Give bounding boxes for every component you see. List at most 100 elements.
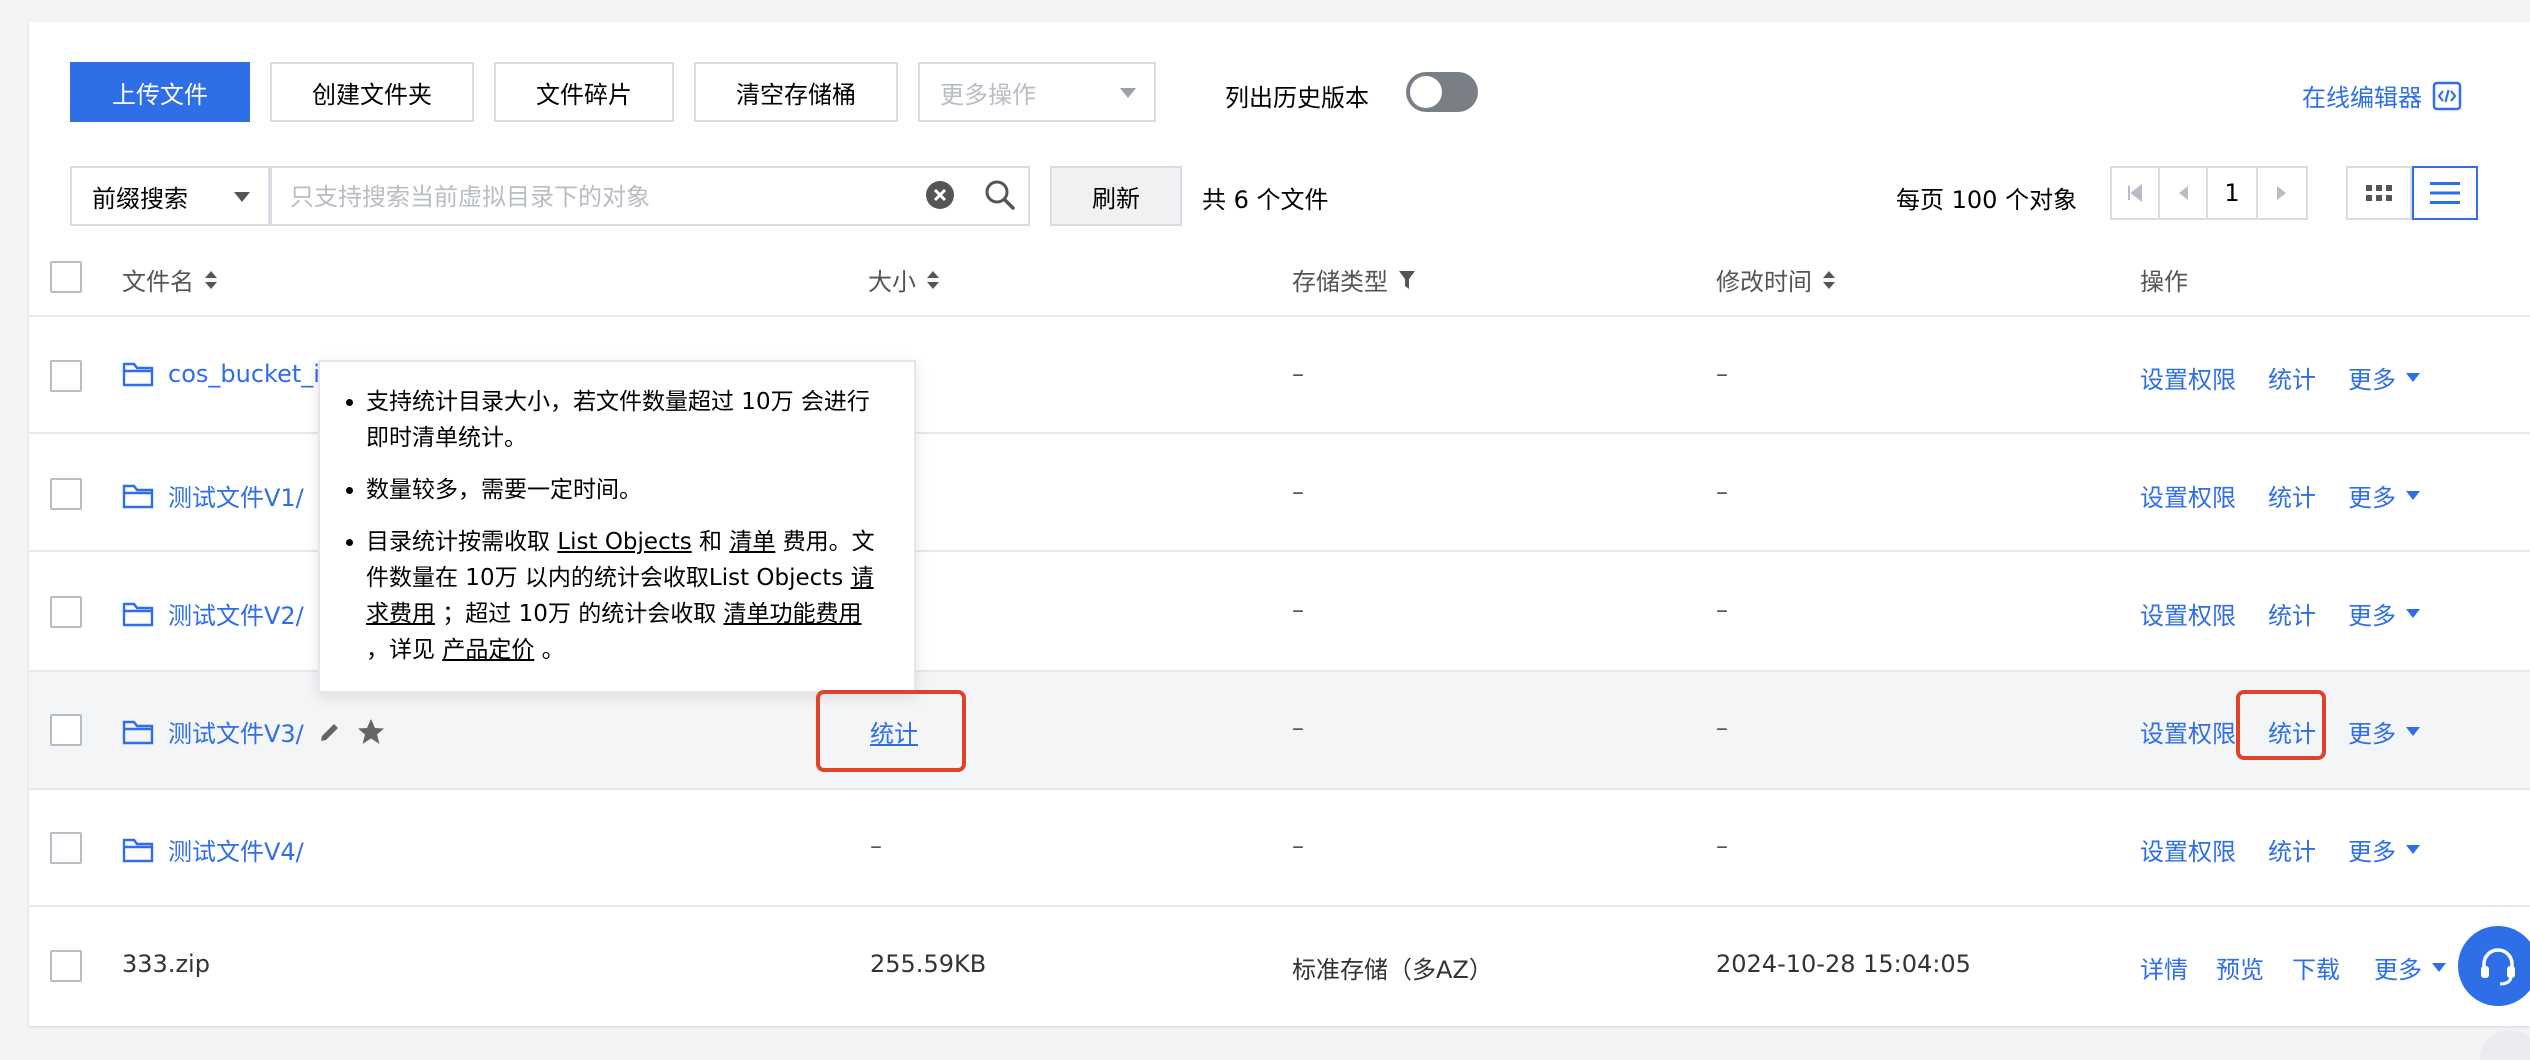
stats-link[interactable]: 统计	[2268, 360, 2316, 395]
file-count: 共 6 个文件	[1202, 186, 1329, 214]
search-icon[interactable]	[984, 179, 1016, 211]
caret-down-icon	[1120, 88, 1136, 98]
search-input[interactable]	[290, 180, 970, 214]
prev-page-button[interactable]	[2160, 168, 2208, 218]
table-row-0-name[interactable]: cos_bucket_i	[122, 360, 320, 388]
set-permission-link[interactable]: 设置权限	[2140, 596, 2236, 631]
modified-cell: –	[1716, 596, 1728, 624]
more-label: 更多	[2348, 720, 2396, 748]
clear-bucket-button[interactable]: 清空存储桶	[694, 62, 898, 122]
search-mode-label: 前缀搜索	[92, 184, 188, 213]
row-checkbox[interactable]	[50, 360, 82, 392]
set-permission-link[interactable]: 设置权限	[2140, 832, 2236, 867]
caret-down-icon	[2406, 845, 2420, 854]
file-name: cos_bucket_i	[168, 360, 320, 388]
more-operations-select[interactable]: 更多操作	[918, 62, 1156, 122]
more-dropdown[interactable]: 更多	[2374, 950, 2446, 985]
table-row-5-name[interactable]: 333.zip	[122, 950, 210, 978]
help-button[interactable]	[2458, 926, 2530, 1006]
star-icon[interactable]	[356, 717, 386, 747]
more-dropdown[interactable]: 更多	[2348, 360, 2420, 395]
first-page-button[interactable]	[2112, 168, 2160, 218]
set-permission-link[interactable]: 设置权限	[2140, 360, 2236, 395]
stats-tooltip: 支持统计目录大小，若文件数量超过 10万 会进行即时清单统计。 数量较多，需要一…	[318, 360, 916, 693]
row-checkbox[interactable]	[50, 950, 82, 982]
more-dropdown[interactable]: 更多	[2348, 478, 2420, 513]
caret-down-icon	[2432, 963, 2446, 972]
row-checkbox[interactable]	[50, 714, 82, 746]
storage-cell: –	[1292, 714, 1304, 742]
current-page[interactable]: 1	[2208, 168, 2258, 218]
edit-icon[interactable]	[318, 720, 342, 744]
inventory-link[interactable]: 清单	[729, 529, 775, 555]
table-row-1-name[interactable]: 测试文件V1/	[122, 478, 304, 513]
table-row-3-name[interactable]: 测试文件V3/	[122, 714, 386, 749]
list-view-button[interactable]	[2412, 166, 2478, 220]
next-page-button[interactable]	[2258, 168, 2306, 218]
pricing-link[interactable]: 产品定价	[442, 637, 534, 663]
grid-icon	[2366, 185, 2392, 201]
modified-cell: –	[1716, 360, 1728, 388]
size-cell: 255.59KB	[870, 950, 987, 978]
row-checkbox[interactable]	[50, 832, 82, 864]
clear-icon[interactable]	[925, 180, 955, 210]
more-operations-label: 更多操作	[940, 80, 1036, 109]
table-row-2-name[interactable]: 测试文件V2/	[122, 596, 304, 631]
column-header-storage[interactable]: 存储类型	[1292, 262, 1416, 297]
grid-view-button[interactable]	[2346, 166, 2412, 220]
highlight-box-size-stats	[816, 690, 966, 772]
tooltip-bullet-1: 支持统计目录大小，若文件数量超过 10万 会进行即时清单统计。	[346, 384, 884, 456]
folder-icon	[122, 484, 154, 508]
folder-icon	[122, 838, 154, 862]
fragments-button[interactable]: 文件碎片	[494, 62, 674, 122]
more-dropdown[interactable]: 更多	[2348, 714, 2420, 749]
folder-icon	[122, 362, 154, 387]
secondary-floating-button[interactable]	[2480, 1030, 2530, 1060]
row-checkbox[interactable]	[50, 478, 82, 510]
details-link[interactable]: 详情	[2140, 950, 2188, 985]
select-all-checkbox[interactable]	[50, 261, 82, 293]
more-dropdown[interactable]: 更多	[2348, 832, 2420, 867]
caret-down-icon	[2406, 609, 2420, 618]
stats-link[interactable]: 统计	[2268, 478, 2316, 513]
column-actions-label: 操作	[2140, 268, 2188, 296]
table-row-4-name[interactable]: 测试文件V4/	[122, 832, 304, 867]
online-editor-link[interactable]: 在线编辑器	[2302, 78, 2462, 113]
upload-button[interactable]: 上传文件	[70, 62, 250, 122]
row-actions: 设置权限 统计 更多	[2140, 596, 2420, 631]
preview-link[interactable]: 预览	[2216, 950, 2264, 985]
first-page-icon	[2128, 184, 2142, 202]
toggle-knob	[1410, 76, 1442, 108]
divider	[29, 315, 2530, 317]
search-mode-select[interactable]: 前缀搜索	[70, 166, 270, 226]
stats-link[interactable]: 统计	[2268, 596, 2316, 631]
column-storage-label: 存储类型	[1292, 268, 1388, 296]
column-header-name[interactable]: 文件名	[122, 262, 218, 297]
column-header-modified[interactable]: 修改时间	[1716, 262, 1836, 297]
stats-link[interactable]: 统计	[2268, 832, 2316, 867]
storage-cell: 标准存储（多AZ）	[1292, 956, 1493, 984]
caret-down-icon	[234, 192, 250, 202]
pagination: 1	[2110, 166, 2308, 220]
list-objects-link[interactable]: List Objects	[557, 529, 691, 555]
storage-cell: –	[1292, 478, 1304, 506]
file-name: 测试文件V4/	[168, 838, 304, 866]
file-name: 测试文件V2/	[168, 602, 304, 630]
more-dropdown[interactable]: 更多	[2348, 596, 2420, 631]
folder-icon	[122, 602, 154, 626]
more-label: 更多	[2374, 956, 2422, 984]
file-name: 测试文件V3/	[168, 720, 304, 748]
set-permission-link[interactable]: 设置权限	[2140, 478, 2236, 513]
column-header-size[interactable]: 大小	[868, 262, 940, 297]
history-versions-toggle[interactable]	[1406, 72, 1478, 112]
refresh-button[interactable]: 刷新	[1050, 166, 1182, 226]
modified-cell: –	[1716, 478, 1728, 506]
caret-down-icon	[2406, 373, 2420, 382]
set-permission-link[interactable]: 设置权限	[2140, 714, 2236, 749]
inventory-fee-link[interactable]: 清单功能费用	[724, 601, 862, 627]
download-link[interactable]: 下载	[2292, 950, 2340, 985]
create-folder-button[interactable]: 创建文件夹	[270, 62, 474, 122]
row-checkbox[interactable]	[50, 596, 82, 628]
divider	[29, 788, 2530, 790]
online-editor-label: 在线编辑器	[2302, 84, 2422, 112]
